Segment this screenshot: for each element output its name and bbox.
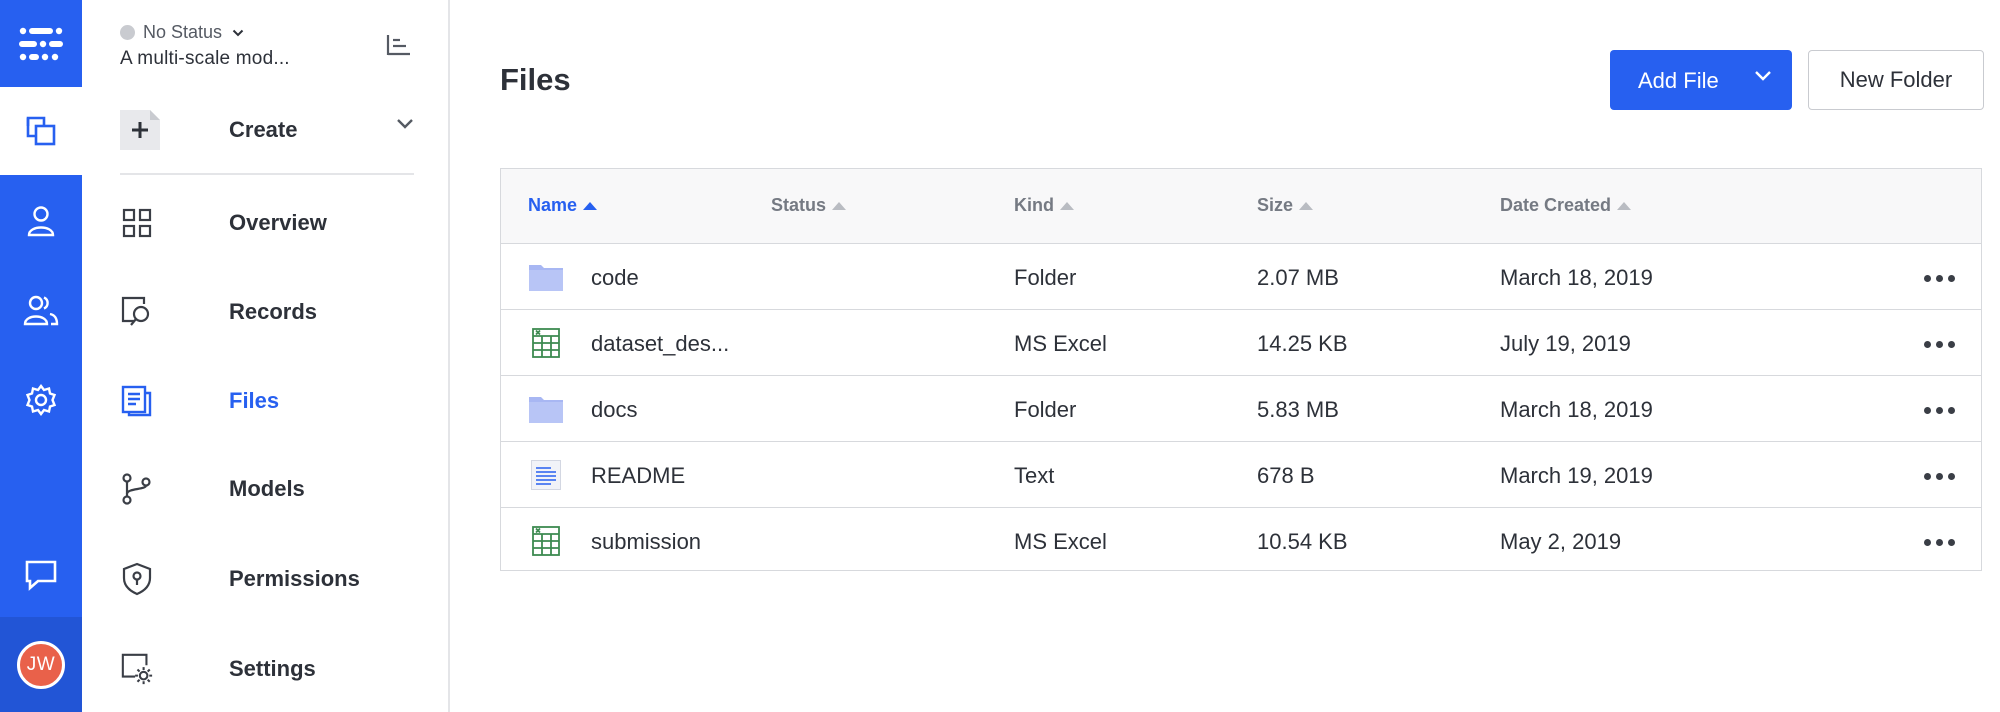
file-date: March 19, 2019: [1500, 463, 1653, 488]
more-actions-icon[interactable]: [1921, 395, 1957, 425]
excel-icon: [529, 525, 563, 557]
grid-icon: [120, 206, 154, 240]
chevron-down-icon[interactable]: [1754, 70, 1772, 82]
nav-label-permissions: Permissions: [229, 566, 360, 591]
file-date: July 19, 2019: [1500, 331, 1631, 356]
more-actions-icon[interactable]: [1921, 527, 1957, 557]
table-header: Name Status Kind Size Date Created: [501, 169, 1981, 244]
gear-icon[interactable]: [0, 365, 82, 435]
profile-area: JW: [0, 617, 82, 712]
table-row[interactable]: README Text 678 B March 19, 2019: [501, 443, 1981, 508]
file-kind: Folder: [1014, 265, 1077, 290]
file-kind: Text: [1014, 463, 1055, 488]
file-size: 14.25 KB: [1257, 331, 1348, 356]
column-header-kind[interactable]: Kind: [1014, 195, 1074, 216]
table-row[interactable]: submission MS Excel 10.54 KB May 2, 2019: [501, 509, 1981, 574]
file-size: 2.07 MB: [1257, 265, 1339, 290]
column-header-name[interactable]: Name: [528, 195, 598, 216]
nav-label-settings: Settings: [229, 656, 316, 681]
app-logo-icon[interactable]: [0, 0, 82, 87]
column-header-size[interactable]: Size: [1257, 195, 1314, 216]
file-size: 10.54 KB: [1257, 529, 1348, 554]
column-header-status[interactable]: Status: [771, 195, 847, 216]
chevron-down-icon: [397, 119, 413, 129]
page-title: Files: [500, 62, 571, 97]
new-file-icon: [120, 110, 160, 150]
column-header-date-created[interactable]: Date Created: [1500, 195, 1632, 216]
divider: [120, 173, 414, 175]
file-date: March 18, 2019: [1500, 397, 1653, 422]
file-date: May 2, 2019: [1500, 529, 1622, 554]
add-file-label: Add File: [1638, 68, 1719, 93]
sort-icon: [832, 201, 847, 210]
nav-item-files[interactable]: Files: [120, 374, 414, 428]
avatar[interactable]: JW: [17, 640, 65, 689]
add-file-button[interactable]: Add File: [1610, 50, 1792, 110]
team-icon[interactable]: [0, 275, 82, 345]
project-name: A multi-scale mod...: [120, 48, 290, 69]
file-size: 678 B: [1257, 463, 1315, 488]
records-search-icon: [120, 295, 154, 329]
status-dot-icon: [120, 25, 135, 40]
table-row[interactable]: dataset_des... MS Excel 14.25 KB July 19…: [501, 311, 1981, 376]
files-icon: [120, 384, 154, 418]
create-menu[interactable]: Create: [120, 108, 414, 152]
app-rail: JW: [0, 0, 82, 712]
file-name[interactable]: README: [591, 463, 685, 489]
chat-icon[interactable]: [0, 540, 82, 610]
shield-icon: [120, 562, 154, 596]
file-size: 5.83 MB: [1257, 397, 1339, 422]
nav-label-records: Records: [229, 299, 318, 324]
table-row[interactable]: code Folder 2.07 MB March 18, 2019: [501, 245, 1981, 310]
new-folder-button[interactable]: New Folder: [1808, 50, 1984, 110]
sort-icon: [1299, 201, 1314, 210]
file-date: March 18, 2019: [1500, 265, 1653, 290]
file-kind: Folder: [1014, 397, 1077, 422]
text-file-icon: [529, 459, 563, 491]
file-kind: MS Excel: [1014, 529, 1107, 554]
settings-gear-icon: [120, 652, 154, 686]
nav-item-permissions[interactable]: Permissions: [120, 552, 414, 606]
user-icon[interactable]: [0, 186, 82, 256]
status-dropdown[interactable]: No Status: [120, 22, 244, 43]
datasets-icon[interactable]: [0, 87, 82, 175]
folder-icon: [529, 261, 563, 293]
project-sidebar: No Status A multi-scale mod... Create Ov…: [82, 0, 450, 712]
sort-icon: [1617, 201, 1632, 210]
nav-item-settings[interactable]: Settings: [120, 642, 414, 696]
file-name[interactable]: dataset_des...: [591, 331, 729, 357]
file-name[interactable]: docs: [591, 397, 637, 423]
nav-item-records[interactable]: Records: [120, 285, 414, 339]
excel-icon: [529, 327, 563, 359]
sort-asc-icon: [583, 201, 598, 210]
collapse-sidebar-icon[interactable]: [382, 30, 416, 60]
status-label: No Status: [143, 22, 223, 42]
models-branch-icon: [120, 472, 154, 506]
table-row[interactable]: docs Folder 5.83 MB March 18, 2019: [501, 377, 1981, 442]
more-actions-icon[interactable]: [1921, 329, 1957, 359]
nav-label-files: Files: [229, 388, 280, 413]
more-actions-icon[interactable]: [1921, 461, 1957, 491]
files-table: Name Status Kind Size Date Created code …: [500, 168, 1982, 571]
file-kind: MS Excel: [1014, 331, 1107, 356]
nav-label-models: Models: [229, 476, 305, 501]
nav-item-overview[interactable]: Overview: [120, 196, 414, 250]
more-actions-icon[interactable]: [1921, 263, 1957, 293]
nav-label-overview: Overview: [229, 210, 327, 235]
chevron-down-icon: [232, 29, 244, 36]
folder-icon: [529, 393, 563, 425]
sort-icon: [1060, 201, 1074, 210]
file-name[interactable]: code: [591, 265, 639, 291]
nav-item-models[interactable]: Models: [120, 462, 414, 516]
file-name[interactable]: submission: [591, 529, 701, 555]
create-label: Create: [229, 117, 298, 142]
